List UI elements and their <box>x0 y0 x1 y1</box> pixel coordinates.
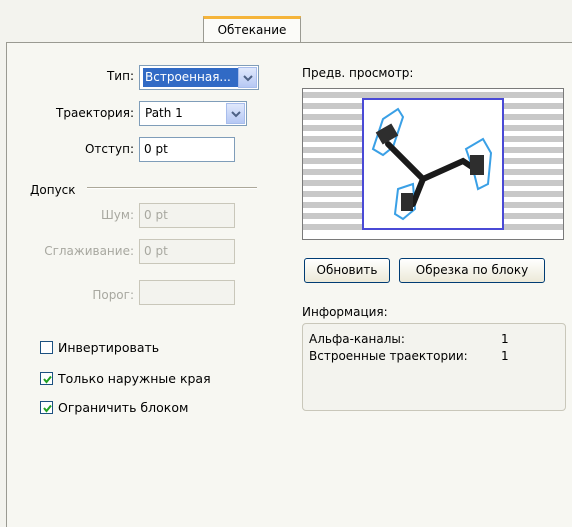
crop-frame-button[interactable]: Обрезка по блоку <box>399 258 545 283</box>
checkmark-icon <box>43 375 52 384</box>
threshold-input[interactable] <box>139 280 235 305</box>
path-select-value: Path 1 <box>145 106 183 120</box>
checkmark-icon <box>43 404 52 413</box>
tolerance-divider <box>87 187 257 189</box>
offset-input[interactable]: 0 pt <box>139 137 235 162</box>
invert-checkbox[interactable] <box>40 341 53 354</box>
noise-input[interactable]: 0 pt <box>139 203 235 228</box>
restrict-frame-checkbox[interactable] <box>40 401 53 414</box>
tab-wrap-label: Обтекание <box>217 23 287 37</box>
outside-edges-checkbox[interactable] <box>40 372 53 385</box>
type-select-value: Встроенная... <box>143 68 241 87</box>
path-label: Траектория: <box>56 106 134 120</box>
tab-wrap[interactable]: Обтекание <box>203 16 301 42</box>
preview-label: Предв. просмотр: <box>302 66 414 80</box>
embedded-paths-label: Встроенные траектории: <box>309 349 468 363</box>
offset-label: Отступ: <box>84 142 134 156</box>
update-button[interactable]: Обновить <box>304 258 390 283</box>
outside-edges-checkbox-label[interactable]: Только наружные края <box>58 371 211 386</box>
preview-box <box>302 88 564 240</box>
invert-checkbox-label[interactable]: Инвертировать <box>58 340 159 355</box>
chevron-down-icon[interactable] <box>226 103 245 124</box>
path-select[interactable]: Path 1 <box>139 101 247 126</box>
chevron-down-icon[interactable] <box>238 67 257 88</box>
info-label: Информация: <box>302 305 388 319</box>
info-box: Альфа-каналы: 1 Встроенные траектории: 1 <box>302 323 566 411</box>
threshold-label: Порог: <box>92 288 134 302</box>
tolerance-section-label: Допуск <box>30 183 76 197</box>
type-label: Тип: <box>106 69 134 83</box>
smoothing-input[interactable]: 0 pt <box>139 239 235 264</box>
alpha-channels-value: 1 <box>501 332 509 346</box>
type-select[interactable]: Встроенная... <box>139 65 259 90</box>
smoothing-label: Сглаживание: <box>44 244 134 258</box>
embedded-paths-value: 1 <box>501 349 509 363</box>
preview-image <box>303 92 563 230</box>
alpha-channels-label: Альфа-каналы: <box>309 332 405 346</box>
restrict-frame-checkbox-label[interactable]: Ограничить блоком <box>58 400 188 415</box>
noise-label: Шум: <box>100 208 134 222</box>
